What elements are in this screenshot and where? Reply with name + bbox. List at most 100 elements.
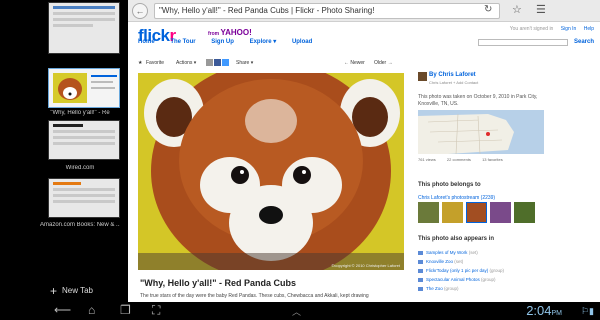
owner-subline[interactable]: Chris Laforet + Add Contact xyxy=(429,80,478,85)
appears-type: (set) xyxy=(454,259,464,264)
appears-item[interactable]: Samples of My Work (set) xyxy=(418,248,504,257)
share-button[interactable]: Share ▾ xyxy=(236,60,253,66)
set-icon xyxy=(418,259,423,264)
star-icon[interactable]: ☆ xyxy=(512,3,522,16)
new-tab-button[interactable]: + New Tab xyxy=(50,284,93,298)
tab-caption-4: Amazon.com Books: New & ... xyxy=(40,222,120,228)
older-button[interactable]: Older → xyxy=(374,60,393,66)
photostream-thumb[interactable] xyxy=(514,202,535,223)
twitter-icon[interactable] xyxy=(222,59,229,66)
photo-toolbar: ★ Favorite Actions ▾ Share ▾ ← Newer Old… xyxy=(138,58,404,70)
appears-label: Samples of My Work xyxy=(426,250,468,255)
clock: 2:04PM xyxy=(526,303,562,318)
appears-title: This photo also appears in xyxy=(418,236,495,242)
appears-type: (group) xyxy=(489,268,505,273)
set-icon xyxy=(418,250,423,255)
battery-icon: ▮ xyxy=(589,306,594,316)
photostream-thumb[interactable] xyxy=(490,202,511,223)
appears-label: The Zoo xyxy=(426,286,443,291)
nav-upload[interactable]: Upload xyxy=(292,39,312,45)
signed-out-text: You aren't signed in xyxy=(509,26,554,32)
location-map[interactable] xyxy=(418,110,544,154)
url-field[interactable]: "Why, Hello y'all!" - Red Panda Cubs | F… xyxy=(154,3,500,19)
appears-type: (group) xyxy=(444,286,459,291)
map-image xyxy=(418,110,544,154)
tab-thumbnail-4[interactable] xyxy=(48,178,120,218)
yahoo-badge: from YAHOO! xyxy=(208,28,252,37)
search-input[interactable] xyxy=(478,39,568,46)
url-bar-row: ← "Why, Hello y'all!" - Red Panda Cubs |… xyxy=(128,0,600,22)
yahoo-logo: YAHOO! xyxy=(220,28,252,37)
tab-thumbnail-2[interactable] xyxy=(48,68,120,108)
appears-list: Samples of My Work (set) Knoxville Zoo (… xyxy=(418,248,504,293)
newer-button[interactable]: ← Newer xyxy=(344,60,365,66)
appears-item[interactable]: The Zoo (group) xyxy=(418,284,504,293)
actions-button[interactable]: Actions ▾ xyxy=(176,60,196,66)
clock-suffix: PM xyxy=(551,310,563,317)
signin-row: You aren't signed in Sign In Help xyxy=(510,26,594,32)
favorite-button[interactable]: Favorite xyxy=(146,60,164,66)
appears-type: (set) xyxy=(468,250,478,255)
appears-type: (group) xyxy=(481,277,496,282)
share-icons xyxy=(206,59,230,66)
tab-caption-3: Wired.com xyxy=(65,165,95,171)
appears-label: FlickrToday (only 1 pic per day) xyxy=(426,268,489,273)
tablet-screen: ✕ "Why, Hello y'all!" - Re ✕ Wired.com ✕… xyxy=(0,0,600,320)
group-icon xyxy=(418,277,423,282)
system-bar: ⟵ ⌂ ❐ ⛶ ︿ 2:04PM ⚐▮ xyxy=(0,302,600,320)
plus-icon: + xyxy=(50,284,58,298)
photo-title: "Why, Hello y'all!" - Red Panda Cubs xyxy=(140,278,297,288)
nav-home[interactable]: Home xyxy=(138,39,155,45)
facebook-icon[interactable] xyxy=(214,59,221,66)
red-panda-photo[interactable]: ©copyright © 2010 Christopher Laforet xyxy=(138,73,404,270)
nav-explore[interactable]: Explore ▾ xyxy=(250,39,277,45)
appears-item[interactable]: Knoxville Zoo (set) xyxy=(418,257,504,266)
tab-caption-2: "Why, Hello y'all!" - Re xyxy=(50,110,110,116)
appears-item[interactable]: Spectacular Animal Photos (group) xyxy=(418,275,504,284)
back-arrow-icon[interactable]: ← xyxy=(132,3,148,19)
clock-time: 2:04 xyxy=(526,303,552,318)
panda-thumbnail-image xyxy=(49,69,119,107)
photo-stats: 761 views 22 comments 13 favorites xyxy=(418,157,544,162)
wifi-icon: ⚐ xyxy=(580,306,590,316)
group-icon xyxy=(418,286,423,291)
recent-apps-icon[interactable]: ❐ xyxy=(120,303,131,317)
tab-thumbnail-1[interactable] xyxy=(48,2,120,54)
owner-name[interactable]: By Chris Laforet xyxy=(429,72,476,78)
reload-icon[interactable]: ↻ xyxy=(484,4,492,15)
photostream-thumb[interactable] xyxy=(442,202,463,223)
help-link[interactable]: Help xyxy=(584,26,594,32)
sign-in-link[interactable]: Sign In xyxy=(561,26,577,32)
search-button[interactable]: Search xyxy=(574,39,594,45)
red-panda-image xyxy=(138,73,404,270)
yahoo-from: from xyxy=(208,31,220,37)
belongs-title: This photo belongs to xyxy=(418,182,481,188)
photostream-link[interactable]: Chris Laforet's photostream (2239) xyxy=(418,195,495,201)
nav-tour[interactable]: The Tour xyxy=(170,39,195,45)
tab-strip: ✕ "Why, Hello y'all!" - Re ✕ Wired.com ✕… xyxy=(0,0,128,302)
home-icon[interactable]: ⌂ xyxy=(88,303,95,317)
photostream-thumb[interactable] xyxy=(466,202,487,223)
photo-description: The true stars of the day were the baby … xyxy=(140,293,369,299)
status-icons[interactable]: ⚐▮ xyxy=(581,306,594,317)
new-tab-label: New Tab xyxy=(62,286,93,296)
avatar[interactable] xyxy=(418,72,427,81)
email-icon[interactable] xyxy=(206,59,213,66)
back-icon[interactable]: ⟵ xyxy=(54,303,71,317)
nav-signup[interactable]: Sign Up xyxy=(211,39,234,45)
flickr-nav: Home The Tour Sign Up Explore ▾ Upload xyxy=(138,38,326,45)
views-count: 761 views xyxy=(418,157,436,162)
screenshot-icon[interactable]: ⛶ xyxy=(152,303,160,318)
taken-info: This photo was taken on October 9, 2010 … xyxy=(418,94,538,107)
favorites-count: 13 favorites xyxy=(482,157,503,162)
tab-thumbnail-3[interactable] xyxy=(48,120,120,160)
menu-icon[interactable]: ☰ xyxy=(536,3,546,16)
appears-item[interactable]: FlickrToday (only 1 pic per day) (group) xyxy=(418,266,504,275)
star-icon[interactable]: ★ xyxy=(138,60,142,66)
browser-window: ← "Why, Hello y'all!" - Red Panda Cubs |… xyxy=(128,0,600,302)
group-icon xyxy=(418,268,423,273)
comments-count: 22 comments xyxy=(446,157,471,162)
chevron-up-icon[interactable]: ︿ xyxy=(292,305,301,318)
photostream-thumb[interactable] xyxy=(418,202,439,223)
appears-label: Knoxville Zoo xyxy=(426,259,454,264)
